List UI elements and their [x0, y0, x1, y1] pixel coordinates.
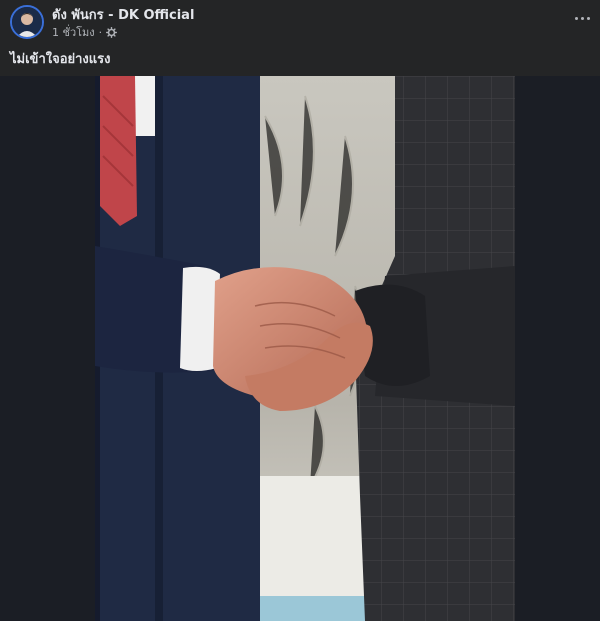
meta-separator: ·: [98, 25, 103, 39]
more-dot: [580, 16, 584, 20]
more-horizontal-icon[interactable]: [572, 10, 592, 26]
facebook-post: ดัง พันกร - DK Official 1 ชั่วโมง · ไม่เ…: [0, 0, 600, 621]
avatar[interactable]: [10, 5, 44, 39]
post-caption: ไม่เข้าใจอย่างแรง: [10, 52, 111, 67]
post-meta: 1 ชั่วโมง ·: [52, 23, 118, 41]
post-header: ดัง พันกร - DK Official 1 ชั่วโมง ·: [0, 0, 600, 46]
handshake-photo[interactable]: [95, 76, 515, 621]
more-dot: [574, 16, 578, 20]
gear-icon[interactable]: [106, 26, 118, 38]
post-timestamp[interactable]: 1 ชั่วโมง: [52, 23, 95, 41]
post-author-name[interactable]: ดัง พันกร - DK Official: [52, 4, 194, 25]
more-dot: [586, 16, 590, 20]
photo-container: [0, 76, 600, 621]
